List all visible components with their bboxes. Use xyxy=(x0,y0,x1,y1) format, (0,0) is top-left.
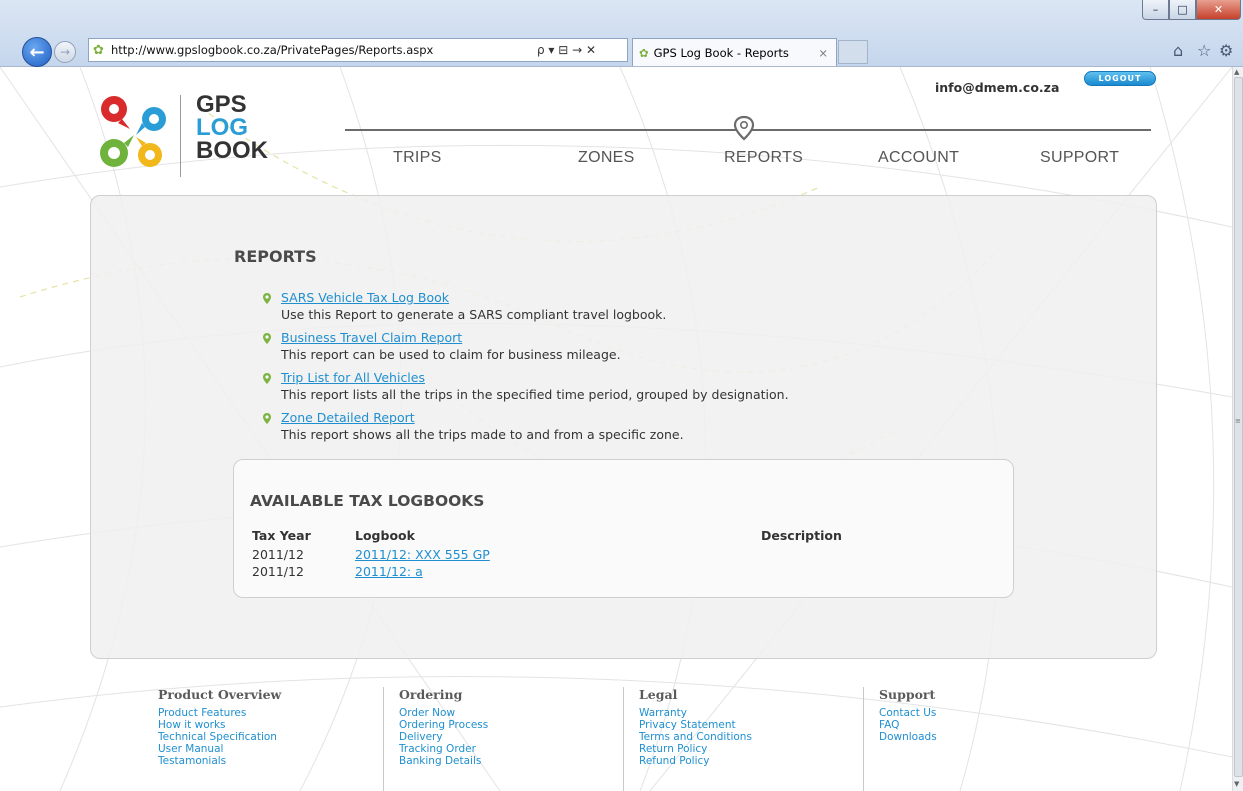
forward-arrow-icon: → xyxy=(59,45,71,59)
site-favicon-icon: ✿ xyxy=(93,42,104,58)
forward-button[interactable]: → xyxy=(54,41,76,63)
footer-link[interactable]: Ordering Process xyxy=(399,719,488,731)
logo-pins-icon[interactable] xyxy=(90,89,190,179)
footer-link[interactable]: Contact Us xyxy=(879,707,936,719)
col-header-tax-year: Tax Year xyxy=(252,528,311,543)
green-pin-icon xyxy=(263,333,271,344)
footer-heading: Ordering xyxy=(399,687,463,702)
footer-col-support: Support Contact Us FAQ Downloads xyxy=(863,687,1083,791)
report-link-business-travel-claim[interactable]: Business Travel Claim Report xyxy=(281,330,462,345)
user-email: info@dmem.co.za xyxy=(935,80,1060,95)
nav-account[interactable]: ACCOUNT xyxy=(878,149,959,167)
address-tools[interactable]: ρ ▾ ⊟ → ✕ xyxy=(537,43,627,57)
home-icon[interactable]: ⌂ xyxy=(1173,41,1183,60)
logout-button[interactable]: LOGOUT xyxy=(1084,71,1156,86)
report-link-sars-vehicle-tax-log-book[interactable]: SARS Vehicle Tax Log Book xyxy=(281,290,449,305)
col-header-description: Description xyxy=(761,528,842,543)
row-tax-year: 2011/12 xyxy=(252,564,304,579)
logo-divider xyxy=(180,95,181,177)
row-tax-year: 2011/12 xyxy=(252,547,304,562)
logbook-link[interactable]: 2011/12: XXX 555 GP xyxy=(355,547,490,562)
col-header-logbook: Logbook xyxy=(355,528,415,543)
footer-col-legal: Legal Warranty Privacy Statement Terms a… xyxy=(623,687,843,791)
browser-toolbar: – □ ✕ ← → ✿ http://www.gpslogbook.co.za/… xyxy=(0,0,1243,67)
browser-tab[interactable]: ✿ GPS Log Book - Reports × xyxy=(632,38,837,66)
footer-link[interactable]: Order Now xyxy=(399,707,455,719)
tax-logbooks-box xyxy=(233,459,1014,598)
maximize-button[interactable]: □ xyxy=(1169,0,1196,20)
tab-favicon-icon: ✿ xyxy=(639,45,649,60)
report-desc: Use this Report to generate a SARS compl… xyxy=(281,307,667,322)
footer-link[interactable]: Testamonials xyxy=(158,755,226,767)
footer-link[interactable]: Downloads xyxy=(879,731,937,743)
logbook-link[interactable]: 2011/12: a xyxy=(355,564,423,579)
footer-link[interactable]: Tracking Order xyxy=(399,743,476,755)
footer-col-ordering: Ordering Order Now Ordering Process Deli… xyxy=(383,687,603,791)
scroll-grip-icon: ≡ xyxy=(1235,417,1241,425)
report-desc: This report can be used to claim for bus… xyxy=(281,347,621,362)
green-pin-icon xyxy=(263,413,271,424)
page-content: GPS LOG BOOK info@dmem.co.za LOGOUT TRIP… xyxy=(0,67,1232,791)
footer-heading: Support xyxy=(879,687,936,702)
back-arrow-icon: ← xyxy=(29,41,45,63)
footer-link[interactable]: Technical Specification xyxy=(158,731,277,743)
back-button[interactable]: ← xyxy=(22,37,52,67)
table-row: 2011/12: XXX 555 GP xyxy=(355,547,490,562)
footer-heading: Legal xyxy=(639,687,678,702)
reports-heading: REPORTS xyxy=(234,247,317,266)
close-window-button[interactable]: ✕ xyxy=(1196,0,1241,20)
footer-link[interactable]: Return Policy xyxy=(639,743,707,755)
scroll-down-icon[interactable]: ▼ xyxy=(1234,780,1239,788)
address-bar[interactable]: ✿ http://www.gpslogbook.co.za/PrivatePag… xyxy=(88,38,628,62)
footer-link[interactable]: User Manual xyxy=(158,743,223,755)
nav-support[interactable]: SUPPORT xyxy=(1040,149,1119,167)
report-desc: This report shows all the trips made to … xyxy=(281,427,684,442)
footer-link[interactable]: Warranty xyxy=(639,707,687,719)
footer-link[interactable]: Privacy Statement xyxy=(639,719,736,731)
nav-zones[interactable]: ZONES xyxy=(578,149,635,167)
footer-col-product-overview: Product Overview Product Features How it… xyxy=(158,687,378,791)
table-row: 2011/12: a xyxy=(355,564,423,579)
nav-reports[interactable]: REPORTS xyxy=(724,149,803,167)
green-pin-icon xyxy=(263,293,271,304)
tab-close-icon[interactable]: × xyxy=(818,46,828,60)
footer-link[interactable]: How it works xyxy=(158,719,226,731)
nav-active-pin-icon xyxy=(733,115,755,141)
settings-gear-icon[interactable]: ⚙ xyxy=(1219,41,1233,60)
logo-line-gps: GPS xyxy=(196,91,247,118)
favorites-star-icon[interactable]: ☆ xyxy=(1197,41,1211,60)
tab-title: GPS Log Book - Reports xyxy=(653,45,789,60)
report-link-trip-list-all-vehicles[interactable]: Trip List for All Vehicles xyxy=(281,370,425,385)
logo-line-log: LOG xyxy=(196,114,248,141)
report-link-zone-detailed[interactable]: Zone Detailed Report xyxy=(281,410,415,425)
new-tab-button[interactable] xyxy=(838,40,868,64)
footer-link[interactable]: Refund Policy xyxy=(639,755,710,767)
green-pin-icon xyxy=(263,373,271,384)
logo-wordmark[interactable]: GPS LOG BOOK xyxy=(196,91,268,164)
tax-logbooks-heading: AVAILABLE TAX LOGBOOKS xyxy=(250,492,485,510)
vertical-scrollbar[interactable]: ▲ ≡ ▼ xyxy=(1232,67,1243,791)
scrollbar-thumb[interactable] xyxy=(1234,77,1243,777)
footer-link[interactable]: FAQ xyxy=(879,719,899,731)
footer-link[interactable]: Banking Details xyxy=(399,755,481,767)
report-desc: This report lists all the trips in the s… xyxy=(281,387,789,402)
footer-heading: Product Overview xyxy=(158,687,282,702)
scroll-up-icon[interactable]: ▲ xyxy=(1234,68,1239,76)
footer-link[interactable]: Delivery xyxy=(399,731,443,743)
nav-trips[interactable]: TRIPS xyxy=(393,149,442,167)
logo-line-book: BOOK xyxy=(196,137,268,164)
address-url[interactable]: http://www.gpslogbook.co.za/PrivatePages… xyxy=(111,43,537,57)
minimize-button[interactable]: – xyxy=(1142,0,1169,20)
footer-link[interactable]: Terms and Conditions xyxy=(639,731,752,743)
footer-link[interactable]: Product Features xyxy=(158,707,246,719)
